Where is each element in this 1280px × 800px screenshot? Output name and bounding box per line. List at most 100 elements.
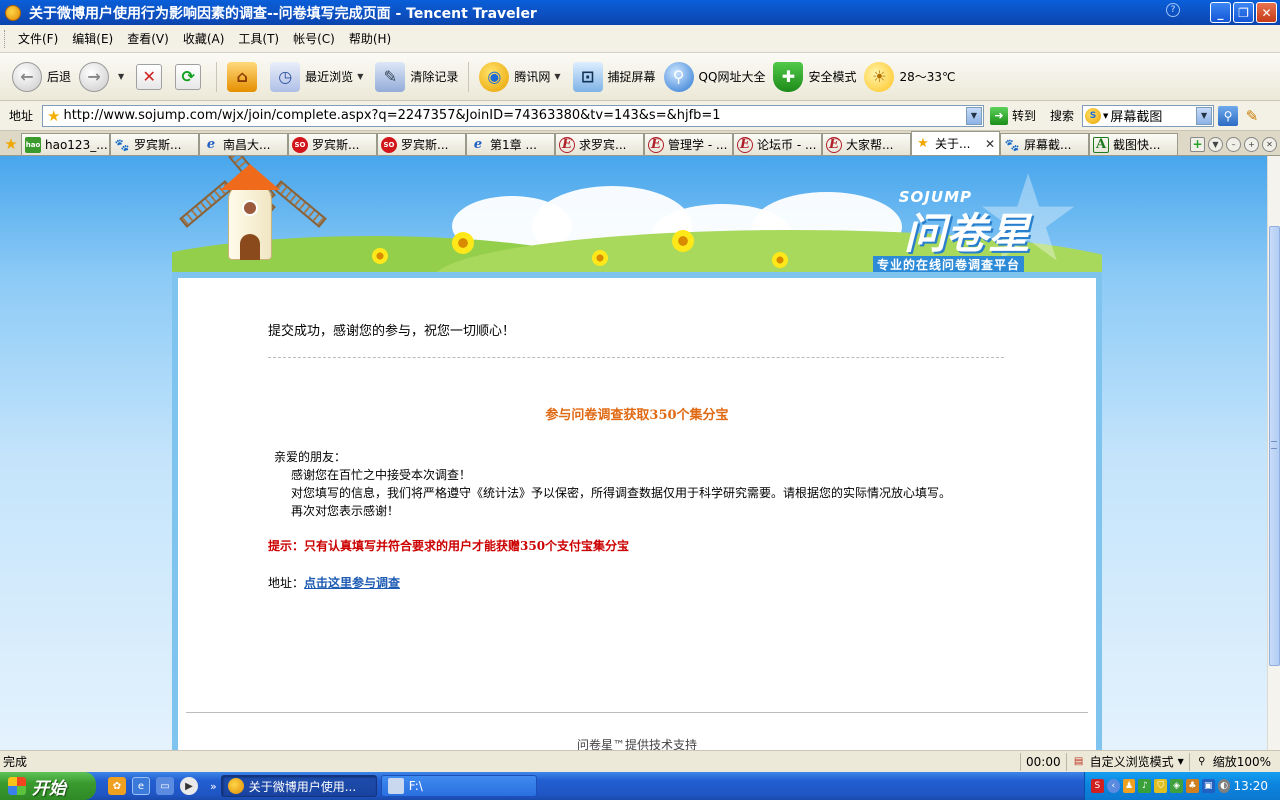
tray-s-icon[interactable]: S — [1091, 779, 1104, 793]
page-viewport[interactable]: ★ SOJUMP 问卷星 专业的在线问卷调查平台 提交成功，感谢您的参与，祝您一… — [0, 156, 1267, 750]
forward-dropdown-icon[interactable]: ▼ — [118, 72, 124, 81]
tab-1[interactable]: 🐾 罗宾斯... — [110, 133, 199, 155]
safe-mode-button[interactable]: ✚ 安全模式 — [769, 57, 860, 97]
tab-6[interactable]: E 求罗宾... — [555, 133, 644, 155]
tab-close-icon[interactable]: ✕ — [985, 137, 995, 151]
taskbar-item-browser[interactable]: 关于微博用户使用... — [220, 775, 377, 797]
quicklaunch-desktop-icon[interactable]: ▭ — [156, 777, 174, 795]
tab-9[interactable]: E 大家帮... — [822, 133, 911, 155]
tab-tools: + ▼ – + ✕ — [1190, 133, 1280, 155]
tab-label: 罗宾斯... — [401, 138, 449, 152]
tab-11[interactable]: 🐾 屏幕截... — [1000, 133, 1089, 155]
tencent-button[interactable]: ◉ 腾讯网 ▼ — [475, 57, 568, 97]
browser-task-icon — [227, 778, 244, 794]
browse-mode-button[interactable]: ▤ 自定义浏览模式 ▼ — [1065, 752, 1189, 771]
tray-app-icon[interactable]: ♣ — [1185, 779, 1199, 793]
back-button[interactable]: ← 后退 — [8, 57, 75, 97]
tab-label: hao123_... — [45, 137, 108, 152]
tab-close-all-icon[interactable]: ✕ — [1262, 136, 1277, 152]
search-value[interactable]: 屏幕截图 — [1110, 106, 1162, 125]
menu-file[interactable]: 文件(F) — [11, 28, 65, 49]
go-button[interactable]: ➜ 转到 — [990, 106, 1036, 125]
survey-link[interactable]: 点击这里参与调查 — [304, 576, 400, 590]
home-button[interactable]: ⌂ — [223, 57, 266, 97]
start-button[interactable]: 开始 — [0, 772, 96, 800]
tab-restore-icon[interactable]: – — [1226, 136, 1241, 152]
scrollbar-grip — [1271, 441, 1277, 449]
tab-list-icon[interactable]: ▼ — [1208, 136, 1223, 152]
qq-sites-button[interactable]: ⚲ QQ网址大全 — [660, 57, 770, 97]
menu-tools[interactable]: 工具(T) — [231, 28, 286, 49]
help-icon[interactable]: ? — [1166, 3, 1180, 17]
address-dropdown-icon[interactable]: ▼ — [966, 106, 982, 125]
zoom-button[interactable]: ⚲ 缩放100% — [1188, 752, 1276, 771]
menu-account[interactable]: 帐号(C) — [286, 28, 342, 49]
taskbar-item-folder[interactable]: F:\ — [380, 775, 537, 797]
status-time: 00:00 — [1020, 752, 1066, 771]
tab-12[interactable]: A 截图快... — [1089, 133, 1178, 155]
tip-message: 提示：只有认真填写并符合要求的用户才能获赠350个支付宝集分宝 — [268, 539, 630, 553]
minimize-button[interactable]: _ — [1210, 2, 1231, 23]
tray-sound-icon[interactable]: ♪ — [1138, 779, 1152, 793]
pen-icon[interactable]: ✎ — [1242, 106, 1262, 126]
survey-address-label: 地址： — [268, 576, 305, 590]
search-engine-icon[interactable]: S — [1085, 107, 1102, 124]
e-tab-icon: E — [826, 136, 842, 153]
search-input[interactable]: S ▼ 屏幕截图 ▼ — [1082, 104, 1215, 127]
tab-0[interactable]: hao hao123_... — [21, 133, 110, 155]
search-go-button[interactable]: ⚲ — [1218, 105, 1239, 126]
tray-expand-icon[interactable]: ‹ — [1106, 779, 1120, 793]
tray-globe-icon[interactable]: ◐ — [1217, 779, 1231, 793]
tab-7[interactable]: E 管理学 - ... — [644, 133, 733, 155]
quicklaunch-media-icon[interactable]: ▶ — [180, 777, 198, 795]
menu-view[interactable]: 查看(V) — [120, 28, 176, 49]
letter-body: 亲爱的朋友： 感谢您在百忙之中接受本次调查！ 对您填写的信息，我们将严格遵守《统… — [274, 448, 951, 520]
tab-10[interactable]: ★ 关于... ✕ — [911, 131, 1000, 155]
tab-2[interactable]: e 南昌大... — [199, 133, 288, 155]
clear-history-button[interactable]: ✎ 清除记录 — [371, 57, 462, 97]
vertical-scrollbar[interactable] — [1267, 156, 1280, 750]
tray-network-icon[interactable]: ◈ — [1170, 779, 1183, 793]
close-button[interactable]: ✕ — [1256, 2, 1277, 23]
new-tab-icon[interactable]: + — [1190, 136, 1205, 152]
quicklaunch-app-icon[interactable]: ✿ — [108, 777, 126, 795]
tab-3[interactable]: SO 罗宾斯... — [288, 133, 377, 155]
tab-4[interactable]: SO 罗宾斯... — [377, 133, 466, 155]
menu-favorites[interactable]: 收藏(A) — [176, 28, 232, 49]
search-engine-dropdown-icon[interactable]: ▼ — [1103, 112, 1108, 120]
tray-monitor-icon[interactable]: ▣ — [1201, 779, 1215, 793]
flower-icon — [672, 230, 694, 252]
tab-8[interactable]: E 论坛币 - ... — [733, 133, 822, 155]
stop-button[interactable]: ✕ — [132, 57, 171, 97]
success-message: 提交成功，感谢您的参与，祝您一切顺心！ — [268, 324, 516, 339]
browse-mode-dropdown-icon[interactable]: ▼ — [1178, 757, 1184, 766]
go-arrow-icon: ➜ — [990, 106, 1008, 125]
refresh-button[interactable]: ⟳ — [171, 57, 210, 97]
address-url[interactable]: http://www.sojump.com/wjx/join/complete.… — [63, 108, 720, 123]
tray-qq-icon[interactable]: ♟ — [1122, 779, 1136, 793]
main-toolbar: ← 后退 → ▼ ✕ ⟳ ⌂ ◷ 最近浏览 ▼ ✎ 清除记录 ◉ 腾讯网 ▼ ⊡… — [0, 53, 1280, 101]
tencent-dropdown-icon[interactable]: ▼ — [554, 72, 560, 81]
taskbar-item-label: 关于微博用户使用... — [248, 779, 357, 794]
recent-button[interactable]: ◷ 最近浏览 ▼ — [266, 57, 371, 97]
tab-pin-icon[interactable]: + — [1244, 136, 1259, 152]
quicklaunch-more-icon[interactable]: » — [210, 780, 217, 793]
menu-edit[interactable]: 编辑(E) — [65, 28, 120, 49]
capture-screen-button[interactable]: ⊡ 捕捉屏幕 — [569, 57, 660, 97]
tray-shield-icon[interactable]: ⛉ — [1154, 779, 1168, 793]
address-input[interactable]: ★ http://www.sojump.com/wjx/join/complet… — [42, 104, 984, 127]
weather-widget[interactable]: ☀ 28～33℃ — [860, 57, 959, 97]
browser-app-icon[interactable] — [5, 4, 21, 21]
quicklaunch-ie-icon[interactable]: e — [132, 777, 150, 795]
menu-help[interactable]: 帮助(H) — [342, 28, 398, 49]
capture-label: 捕捉屏幕 — [607, 70, 656, 84]
favorites-tab-icon[interactable]: ★ — [1, 133, 21, 155]
recent-dropdown-icon[interactable]: ▼ — [357, 72, 363, 81]
tab-5[interactable]: e 第1章 ... — [466, 133, 555, 155]
maximize-button[interactable]: ❐ — [1233, 2, 1254, 23]
flower-icon — [592, 250, 608, 266]
forward-button[interactable]: → ▼ — [75, 57, 132, 97]
tray-clock[interactable]: 13:20 — [1233, 779, 1268, 793]
favorite-star-icon[interactable]: ★ — [47, 107, 60, 125]
search-dropdown-icon[interactable]: ▼ — [1196, 106, 1213, 125]
